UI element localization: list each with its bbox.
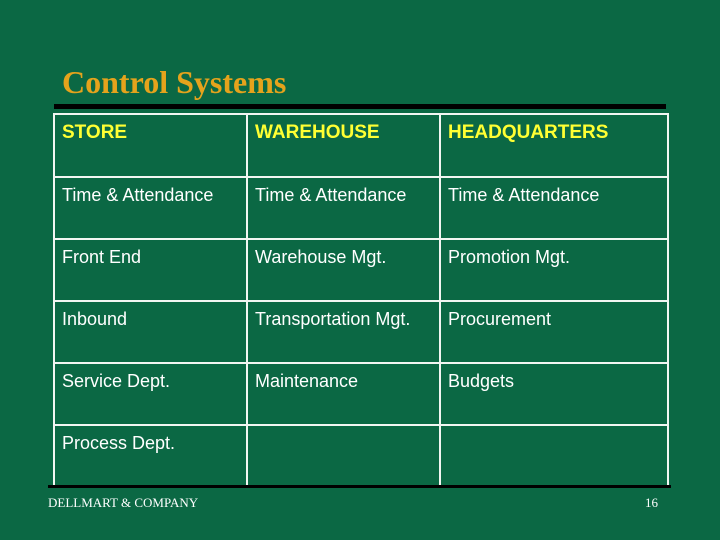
- table-cell: Transportation Mgt.: [246, 300, 441, 364]
- table-cell: [246, 424, 441, 488]
- table-row: Process Dept.: [53, 424, 669, 488]
- table-row: Service Dept. Maintenance Budgets: [53, 362, 669, 426]
- table-row: Time & Attendance Time & Attendance Time…: [53, 176, 669, 240]
- table-row: Front End Warehouse Mgt. Promotion Mgt.: [53, 238, 669, 302]
- table-cell: Time & Attendance: [53, 176, 248, 240]
- table-cell: Warehouse Mgt.: [246, 238, 441, 302]
- table-cell: [439, 424, 669, 488]
- header-headquarters: HEADQUARTERS: [439, 113, 669, 178]
- footer-divider: [48, 485, 671, 488]
- table-cell: Maintenance: [246, 362, 441, 426]
- table-cell: Time & Attendance: [246, 176, 441, 240]
- table-cell: Front End: [53, 238, 248, 302]
- table-cell: Service Dept.: [53, 362, 248, 426]
- title-divider: [54, 104, 666, 109]
- table-header-row: STORE WAREHOUSE HEADQUARTERS: [53, 113, 669, 178]
- table-cell: Budgets: [439, 362, 669, 426]
- footer-company: DELLMART & COMPANY: [48, 495, 199, 510]
- table-cell: Procurement: [439, 300, 669, 364]
- slide-title: Control Systems: [62, 64, 287, 100]
- table-cell: Promotion Mgt.: [439, 238, 669, 302]
- page-number: 16: [645, 495, 658, 510]
- table-cell: Inbound: [53, 300, 248, 364]
- header-warehouse: WAREHOUSE: [246, 113, 441, 178]
- header-store: STORE: [53, 113, 248, 178]
- table-cell: Time & Attendance: [439, 176, 669, 240]
- table-cell: Process Dept.: [53, 424, 248, 488]
- table-row: Inbound Transportation Mgt. Procurement: [53, 300, 669, 364]
- control-systems-table: STORE WAREHOUSE HEADQUARTERS Time & Atte…: [53, 113, 669, 488]
